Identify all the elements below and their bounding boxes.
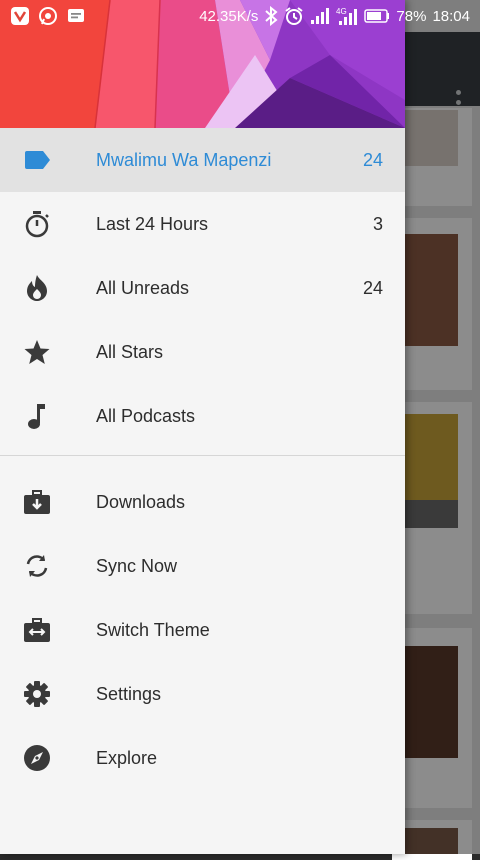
drawer-item-label: Downloads: [96, 491, 186, 512]
drawer-item-label: Switch Theme: [96, 619, 210, 640]
label-tag-icon: [22, 146, 52, 174]
gear-icon: [22, 680, 52, 708]
navigation-drawer: 42.35K/s 4G 78% 18:04 Mwalimu Wa Mapenzi…: [0, 0, 470, 854]
drawer-item-label: All Podcasts: [96, 405, 196, 426]
flame-icon: [22, 274, 52, 302]
timer-icon: [22, 210, 52, 238]
bluetooth-icon: [264, 6, 278, 26]
switch-theme-icon: [22, 616, 52, 644]
drawer-item-label: Settings: [96, 683, 162, 704]
unread-count: 24: [362, 277, 383, 298]
drawer-item-all-unreads[interactable]: All Unreads 24: [0, 256, 405, 320]
signal-icon: [310, 7, 330, 25]
vpn-icon: [10, 6, 30, 26]
menu-divider: [0, 455, 405, 456]
whatsapp-icon: [38, 6, 58, 26]
network-speed: 42.35K/s: [199, 7, 259, 25]
status-bar: 42.35K/s 4G 78% 18:04: [0, 0, 480, 32]
drawer-item-mwalimu-wa-mapenzi[interactable]: Mwalimu Wa Mapenzi 24: [0, 128, 405, 192]
unread-count: 3: [372, 213, 383, 234]
drawer-item-label: All Unreads: [96, 277, 190, 298]
drawer-item-switch-theme[interactable]: Switch Theme: [0, 598, 405, 662]
download-briefcase-icon: [22, 488, 52, 516]
unread-count: 24: [362, 149, 383, 170]
battery-icon: [364, 9, 390, 23]
drawer-item-label: All Stars: [96, 341, 164, 362]
star-icon: [22, 338, 52, 366]
drawer-item-downloads[interactable]: Downloads: [0, 470, 405, 534]
drawer-item-all-podcasts[interactable]: All Podcasts: [0, 384, 405, 448]
drawer-item-label: Sync Now: [96, 555, 178, 576]
message-icon: [66, 6, 86, 26]
drawer-item-sync-now[interactable]: Sync Now: [0, 534, 405, 598]
signal-4g-icon: 4G: [336, 6, 358, 26]
sync-icon: [22, 552, 52, 580]
drawer-item-settings[interactable]: Settings: [0, 662, 405, 726]
clock: 18:04: [432, 7, 470, 25]
drawer-menu: Mwalimu Wa Mapenzi 24 Last 24 Hours 3 Al…: [0, 128, 405, 790]
drawer-item-last-24-hours[interactable]: Last 24 Hours 3: [0, 192, 405, 256]
svg-text:4G: 4G: [336, 7, 347, 16]
drawer-item-all-stars[interactable]: All Stars: [0, 320, 405, 384]
drawer-item-label: Explore: [96, 747, 158, 768]
battery-percent: 78%: [396, 7, 427, 25]
drawer-item-label: Mwalimu Wa Mapenzi: [96, 149, 272, 170]
drawer-item-label: Last 24 Hours: [96, 213, 209, 234]
music-note-icon: [22, 402, 52, 430]
alarm-icon: [284, 6, 304, 26]
drawer-item-explore[interactable]: Explore: [0, 726, 405, 790]
compass-icon: [22, 744, 52, 772]
